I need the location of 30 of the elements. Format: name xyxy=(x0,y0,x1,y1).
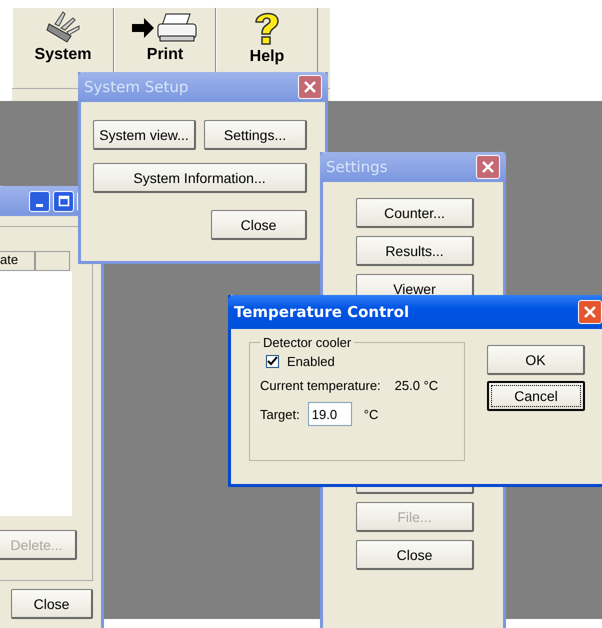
option-button[interactable]: Results... xyxy=(356,236,474,266)
dialog-button[interactable]: System Information... xyxy=(93,163,307,193)
unit-label: °C xyxy=(364,406,378,422)
checkbox[interactable] xyxy=(266,355,279,368)
close-icon xyxy=(480,159,496,175)
close-button[interactable]: Close xyxy=(11,589,93,619)
close-icon xyxy=(582,304,598,320)
dialog-button[interactable]: Close xyxy=(211,210,307,240)
dialog-button[interactable]: OK xyxy=(487,345,585,375)
column-header[interactable]: ate xyxy=(0,251,35,271)
check-icon xyxy=(267,356,278,367)
enabled-checkbox[interactable]: Enabled xyxy=(260,354,454,369)
minimize-icon xyxy=(36,204,43,206)
target-field[interactable]: 19.0 xyxy=(308,402,352,426)
current-temperature-value: 25.0 °C xyxy=(394,378,438,393)
maximize-icon xyxy=(58,195,70,207)
window-title: Settings xyxy=(326,158,388,176)
close-icon xyxy=(302,79,318,95)
checkbox-label: Enabled xyxy=(287,354,335,369)
close-button[interactable] xyxy=(578,300,602,324)
option-button[interactable]: Counter... xyxy=(356,198,474,228)
dialog-button[interactable]: Settings... xyxy=(204,120,307,150)
window-title: Temperature Control xyxy=(234,303,410,321)
dialog-button[interactable]: Cancel xyxy=(487,381,585,411)
column-header[interactable] xyxy=(35,251,70,271)
group-title: Detector cooler xyxy=(262,335,352,350)
dialog-button[interactable]: System view... xyxy=(93,120,196,150)
option-button[interactable]: Close xyxy=(356,540,474,570)
target-label: Target: xyxy=(260,406,300,422)
current-temperature-label: Current temperature: xyxy=(260,378,381,393)
